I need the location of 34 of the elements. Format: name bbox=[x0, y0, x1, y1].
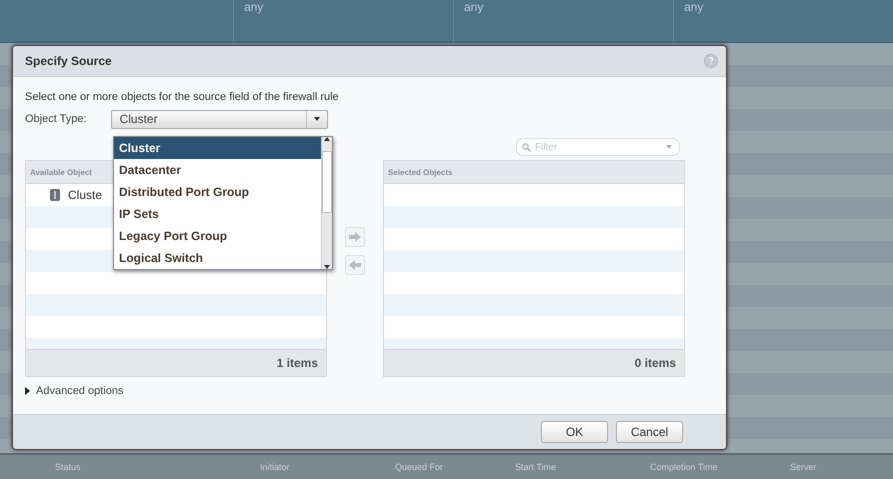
instruction-text: Select one or more objects for the source field of the firewall rule bbox=[25, 91, 340, 103]
dropdown-option[interactable]: Cluster bbox=[114, 137, 321, 159]
dropdown-option[interactable]: Datacenter bbox=[114, 159, 321, 181]
item-count: 0 items bbox=[384, 349, 684, 376]
table-cell: any bbox=[232, 0, 453, 42]
dialog-button[interactable]: OK bbox=[541, 421, 608, 443]
scroll-down-icon[interactable] bbox=[324, 265, 330, 269]
scrollbar[interactable] bbox=[321, 137, 332, 269]
list-item[interactable]: Cluste bbox=[68, 188, 102, 202]
dropdown-option[interactable]: Distributed Port Group bbox=[114, 181, 321, 203]
add-button[interactable] bbox=[345, 226, 365, 246]
caret-icon bbox=[314, 117, 320, 121]
remove-button[interactable] bbox=[345, 254, 365, 274]
dialog-title: Specify Source bbox=[25, 54, 112, 68]
left-arrow-icon bbox=[349, 260, 361, 270]
dropdown-option[interactable]: IP Sets bbox=[114, 203, 321, 225]
table-cell: any bbox=[452, 0, 673, 42]
expand-arrow-icon bbox=[25, 387, 30, 395]
caret-icon bbox=[666, 145, 672, 149]
list-header: Selected Objects bbox=[384, 161, 684, 184]
scroll-up-icon[interactable] bbox=[324, 137, 330, 141]
dropdown-option[interactable]: Legacy Port Group bbox=[114, 225, 321, 247]
filter-field[interactable]: Filter bbox=[516, 138, 680, 156]
field-label: Object Type: bbox=[25, 113, 87, 125]
right-arrow-icon bbox=[349, 232, 361, 242]
cluster-icon bbox=[50, 189, 60, 201]
dropdown-option[interactable]: Logical Switch bbox=[114, 247, 321, 269]
item-count: 1 items bbox=[26, 349, 326, 376]
dialog-button[interactable]: Cancel bbox=[616, 421, 683, 443]
search-icon bbox=[522, 143, 531, 152]
table-cell: any bbox=[672, 0, 893, 42]
help-icon[interactable] bbox=[704, 54, 718, 68]
advanced-options-toggle[interactable]: Advanced options bbox=[25, 385, 714, 397]
object-type-dropdown[interactable]: Cluster bbox=[110, 110, 328, 128]
